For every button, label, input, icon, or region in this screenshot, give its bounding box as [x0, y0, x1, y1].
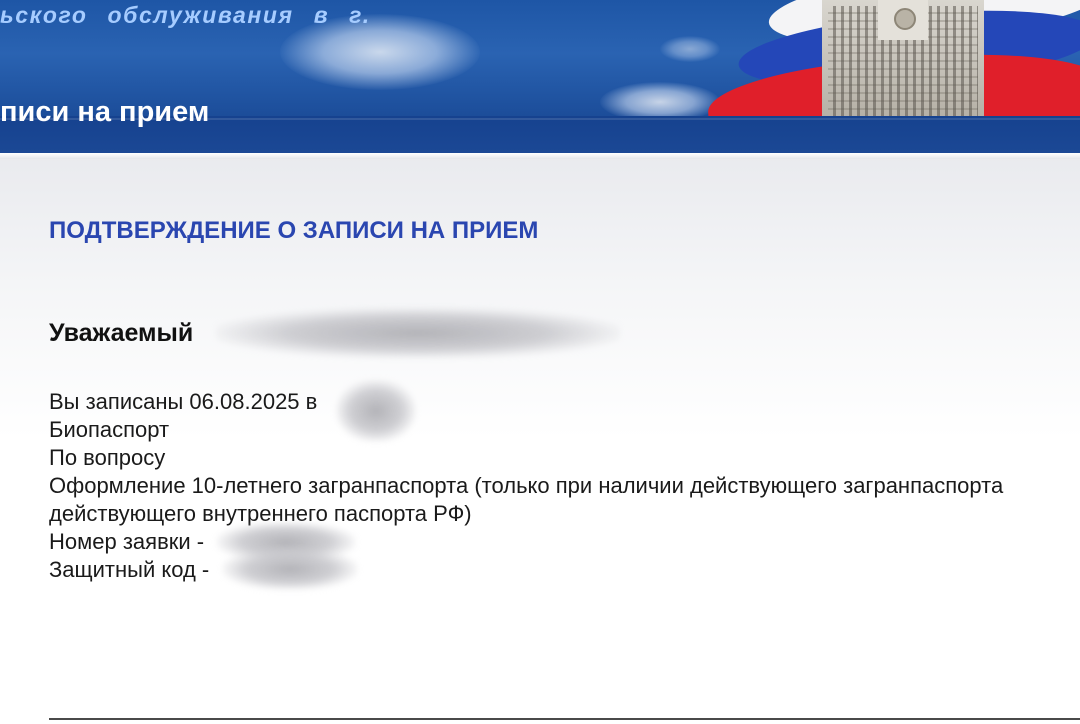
page-heading: ПОДТВЕРЖДЕНИЕ О ЗАПИСИ НА ПРИЕМ [49, 217, 539, 244]
content-shadow [0, 153, 1080, 159]
banner-title: писи на прием [0, 96, 210, 128]
header-banner: ьского обслуживания в г. писи на прием [0, 0, 1080, 153]
greeting-text: Уважаемый [49, 319, 194, 347]
bottom-divider [49, 718, 1080, 720]
redacted-name [216, 308, 620, 358]
flag-building-image [708, 0, 1080, 118]
question-description-line: Оформление 10-летнего загранпаспорта (то… [49, 473, 1004, 498]
redacted-time [336, 380, 416, 442]
service-type-line: Биопаспорт [49, 417, 170, 442]
question-description-continued: действующего внутреннего паспорта РФ) [49, 501, 472, 526]
appointment-details: Вы записаны 06.08.2025 в Биопаспорт По в… [49, 388, 1079, 584]
banner-subtitle: ьского обслуживания в г. [0, 2, 371, 28]
question-label-line: По вопросу [49, 445, 166, 470]
appointment-date-line: Вы записаны 06.08.2025 в [49, 389, 318, 414]
security-code-line: Защитный код - [49, 557, 210, 582]
ministry-building-image [822, 0, 984, 118]
emblem-icon [894, 8, 916, 30]
application-number-line: Номер заявки - [49, 529, 205, 554]
redacted-security-code [222, 548, 358, 590]
